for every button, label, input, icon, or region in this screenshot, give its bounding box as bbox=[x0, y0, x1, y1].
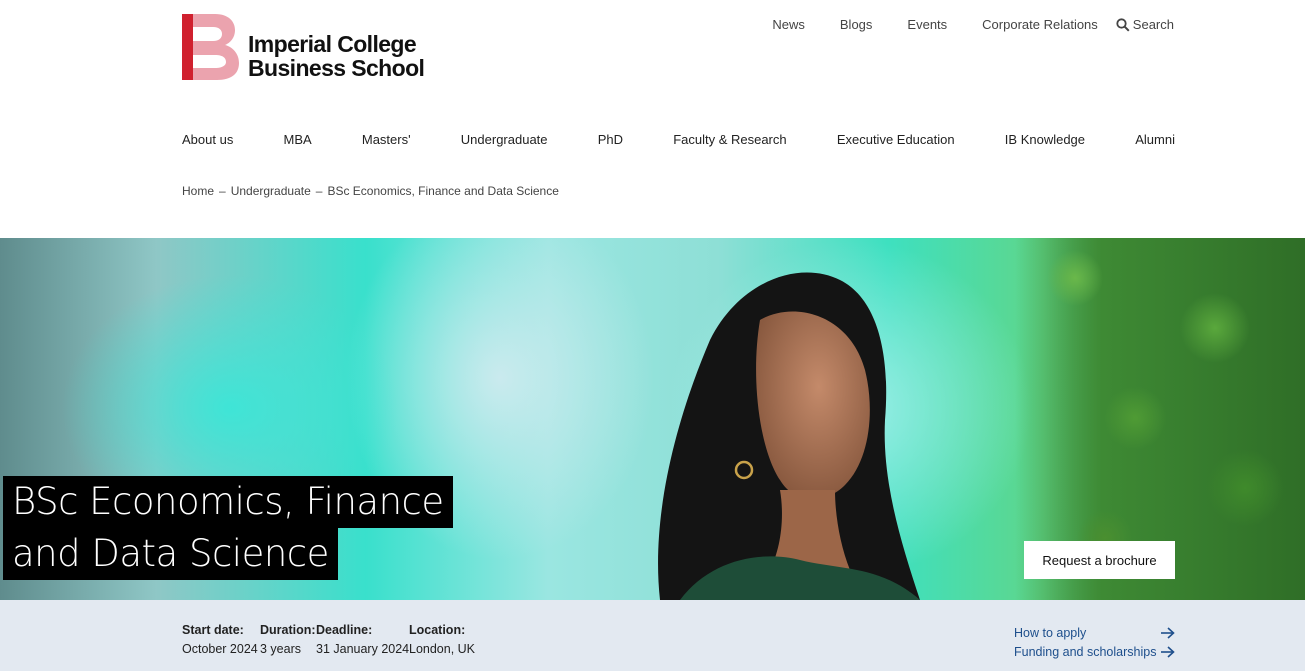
programme-links: How to apply Funding and scholarships bbox=[1014, 623, 1175, 661]
search-button[interactable]: Search bbox=[1116, 17, 1174, 32]
nav-phd[interactable]: PhD bbox=[598, 132, 623, 147]
fact-duration-value: 3 years bbox=[260, 642, 301, 656]
main-nav: About us MBA Masters' Undergraduate PhD … bbox=[182, 132, 1175, 147]
utility-nav: News Blogs Events Corporate Relations Se… bbox=[772, 17, 1174, 32]
fact-deadline: Deadline: 31 January 2024 bbox=[316, 623, 409, 657]
hero-portrait-image bbox=[658, 272, 920, 600]
request-brochure-button[interactable]: Request a brochure bbox=[1024, 541, 1175, 579]
breadcrumb-separator: – bbox=[315, 184, 323, 198]
how-to-apply-link[interactable]: How to apply bbox=[1014, 623, 1175, 642]
how-to-apply-label: How to apply bbox=[1014, 625, 1087, 640]
breadcrumb-home[interactable]: Home bbox=[182, 184, 214, 198]
fact-deadline-value: 31 January 2024 bbox=[316, 642, 410, 656]
nav-undergraduate[interactable]: Undergraduate bbox=[461, 132, 548, 147]
nav-ib-knowledge[interactable]: IB Knowledge bbox=[1005, 132, 1085, 147]
breadcrumb-undergraduate[interactable]: Undergraduate bbox=[231, 184, 311, 198]
funding-scholarships-link[interactable]: Funding and scholarships bbox=[1014, 642, 1175, 661]
nav-masters[interactable]: Masters' bbox=[362, 132, 411, 147]
fact-location: Location: London, UK bbox=[409, 623, 475, 657]
fact-start-date: Start date: October 2024 bbox=[182, 623, 258, 657]
utility-link-blogs[interactable]: Blogs bbox=[840, 17, 873, 32]
breadcrumb-current: BSc Economics, Finance and Data Science bbox=[327, 184, 559, 198]
utility-link-events[interactable]: Events bbox=[907, 17, 947, 32]
nav-faculty-research[interactable]: Faculty & Research bbox=[673, 132, 786, 147]
arrow-right-icon bbox=[1161, 626, 1175, 639]
funding-scholarships-label: Funding and scholarships bbox=[1014, 644, 1157, 659]
fact-start-date-label: Start date: bbox=[182, 623, 244, 637]
breadcrumb: Home – Undergraduate – BSc Economics, Fi… bbox=[182, 184, 559, 198]
fact-duration: Duration: 3 years bbox=[260, 623, 316, 657]
nav-about-us[interactable]: About us bbox=[182, 132, 233, 147]
nav-alumni[interactable]: Alumni bbox=[1135, 132, 1175, 147]
page-title: BSc Economics, Finance and Data Science bbox=[3, 476, 453, 580]
breadcrumb-separator: – bbox=[219, 184, 226, 198]
logo-wordmark: Imperial College Business School bbox=[248, 31, 425, 81]
page-title-line-1: BSc Economics, Finance bbox=[3, 476, 453, 528]
nav-mba[interactable]: MBA bbox=[284, 132, 312, 147]
utility-link-news[interactable]: News bbox=[772, 17, 805, 32]
fact-location-value: London, UK bbox=[409, 642, 476, 656]
page-title-line-2: and Data Science bbox=[3, 528, 338, 580]
search-label: Search bbox=[1132, 17, 1174, 32]
fact-location-label: Location: bbox=[409, 623, 466, 637]
logo-b-mark-icon bbox=[182, 14, 239, 80]
programme-facts-bar: Start date: October 2024 Duration: 3 yea… bbox=[0, 600, 1305, 671]
hero-banner: BSc Economics, Finance and Data Science … bbox=[0, 238, 1305, 600]
fact-duration-label: Duration: bbox=[260, 623, 316, 637]
utility-link-corporate-relations[interactable]: Corporate Relations bbox=[982, 17, 1098, 32]
site-logo[interactable]: Imperial College Business School bbox=[182, 14, 442, 80]
nav-executive-education[interactable]: Executive Education bbox=[837, 132, 955, 147]
arrow-right-icon bbox=[1161, 645, 1175, 658]
fact-start-date-value: October 2024 bbox=[182, 642, 258, 656]
search-icon bbox=[1116, 17, 1130, 32]
fact-deadline-label: Deadline: bbox=[316, 623, 373, 637]
